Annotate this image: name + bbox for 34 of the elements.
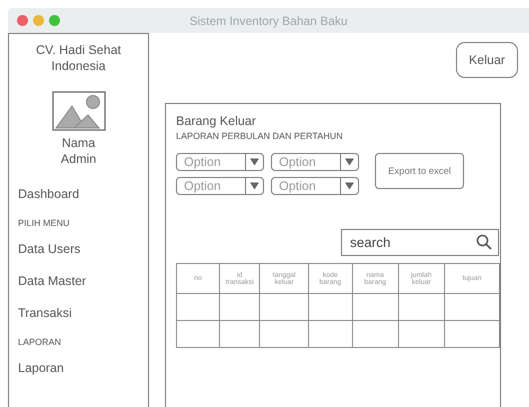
table-cell	[308, 320, 352, 348]
table-cell	[352, 294, 398, 320]
user-name: Nama Admin	[60, 135, 98, 167]
minimize-button[interactable]	[33, 15, 44, 26]
menu-item[interactable]: Laporan	[18, 360, 64, 376]
table-cell	[176, 294, 220, 320]
table-cell	[444, 320, 500, 348]
menu-item[interactable]: Data Master	[18, 273, 86, 289]
table-cell	[260, 320, 308, 348]
menu-item[interactable]: Data Users	[18, 241, 81, 257]
table-cell	[352, 320, 398, 348]
table-cell	[308, 294, 352, 320]
search-field[interactable]: search	[341, 229, 499, 256]
panel-title: Barang Keluar	[176, 114, 256, 128]
close-button[interactable]	[17, 15, 28, 26]
table-cell	[176, 320, 220, 348]
search-icon	[476, 234, 492, 250]
table-cell	[260, 294, 308, 320]
menu-item[interactable]: Dashboard	[18, 186, 80, 202]
table-cell	[444, 294, 500, 320]
panel-subtitle: LAPORAN PERBULAN DAN PERTAHUN	[176, 131, 343, 141]
window-title: Sistem Inventory Bahan Baku	[189, 14, 348, 28]
table-cell	[220, 320, 260, 348]
logout-button[interactable]: Keluar	[456, 42, 518, 78]
company-name: CV. Hadi Sehat Indonesia	[34, 42, 122, 74]
maximize-button[interactable]	[49, 15, 60, 26]
menu-section-label: LAPORAN	[18, 337, 62, 347]
table-cell	[398, 294, 444, 320]
image-placeholder-icon	[52, 91, 106, 131]
export-button[interactable]: Export to excel	[375, 153, 464, 189]
menu-section-label: PILIH MENU	[18, 218, 70, 228]
menu-item[interactable]: Transaksi	[18, 305, 72, 321]
table-cell	[220, 294, 260, 320]
table-cell	[398, 320, 444, 348]
